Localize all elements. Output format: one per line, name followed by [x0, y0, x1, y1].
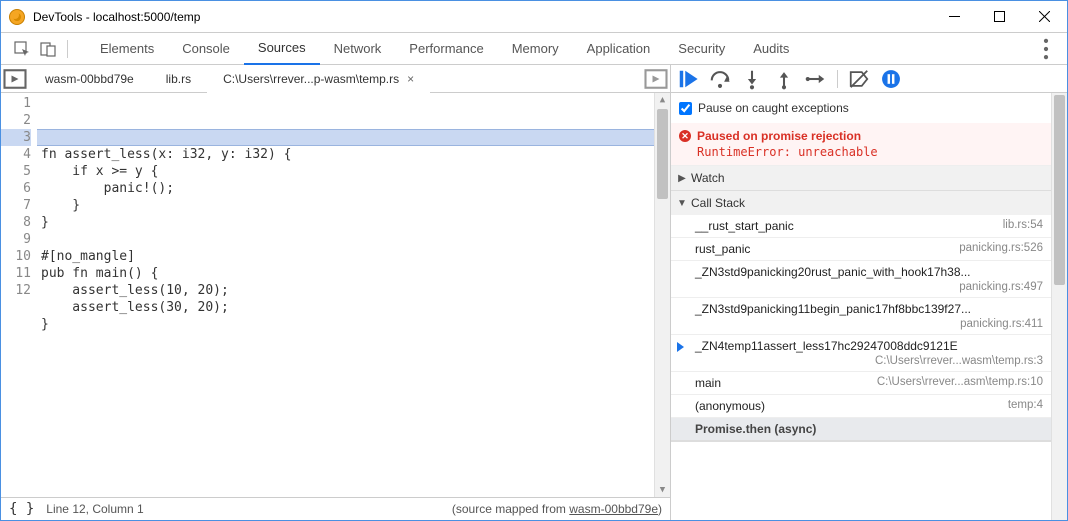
code-editor[interactable]: 123456789101112 fn assert_less(x: i32, y…: [1, 93, 670, 497]
paused-banner: ✕ Paused on promise rejection RuntimeErr…: [671, 123, 1051, 166]
deactivate-breakpoints-icon[interactable]: [848, 68, 870, 90]
panel-tab-security[interactable]: Security: [664, 33, 739, 65]
step-icon[interactable]: [805, 68, 827, 90]
chevron-down-icon: ▼: [677, 198, 687, 209]
file-tab-label: wasm-00bbd79e: [45, 72, 134, 86]
step-into-icon[interactable]: [741, 68, 763, 90]
panel-tab-console[interactable]: Console: [168, 33, 244, 65]
async-separator: Promise.then (async): [671, 418, 1051, 441]
frame-function: _ZN3std9panicking20rust_panic_with_hook1…: [695, 265, 971, 279]
frame-function: __rust_start_panic: [695, 219, 995, 233]
call-stack-frame[interactable]: main C:\Users\rrever...asm\temp.rs:10: [671, 372, 1051, 395]
pause-on-caught-label: Pause on caught exceptions: [698, 101, 849, 115]
pause-exceptions-icon[interactable]: [880, 68, 902, 90]
code-line[interactable]: pub fn main() {: [41, 265, 654, 282]
frame-location: C:\Users\rrever...wasm\temp.rs:3: [875, 355, 1043, 367]
execution-highlight: [37, 129, 654, 146]
code-line[interactable]: }: [41, 214, 654, 231]
code-line[interactable]: }: [41, 197, 654, 214]
source-map-link[interactable]: wasm-00bbd79e: [569, 502, 658, 516]
pause-on-caught-row: Pause on caught exceptions: [671, 93, 1051, 123]
call-stack-frame[interactable]: _ZN4temp11assert_less17hc29247008ddc9121…: [671, 335, 1051, 372]
window-controls: [932, 2, 1067, 32]
source-map-info: (source mapped from wasm-00bbd79e): [452, 502, 662, 516]
frame-function: _ZN4temp11assert_less17hc29247008ddc9121…: [695, 339, 958, 353]
run-snippet-icon[interactable]: [642, 65, 670, 93]
call-stack-frame[interactable]: _ZN3std9panicking20rust_panic_with_hook1…: [671, 261, 1051, 298]
close-icon[interactable]: ×: [407, 72, 414, 86]
resume-icon[interactable]: [677, 68, 699, 90]
error-icon: ✕: [679, 130, 691, 142]
code-line[interactable]: if x >= y {: [41, 163, 654, 180]
frame-function: (anonymous): [695, 399, 1000, 413]
file-tab[interactable]: lib.rs: [150, 65, 207, 93]
maximize-button[interactable]: [977, 2, 1022, 32]
main-toolbar: ElementsConsoleSourcesNetworkPerformance…: [1, 33, 1067, 65]
debugger-pane: Pause on caught exceptions ✕ Paused on p…: [671, 65, 1067, 520]
panel-tab-network[interactable]: Network: [320, 33, 396, 65]
frame-function: _ZN3std9panicking11begin_panic17hf8bbc13…: [695, 302, 971, 316]
frame-location: C:\Users\rrever...asm\temp.rs:10: [877, 376, 1043, 388]
step-out-icon[interactable]: [773, 68, 795, 90]
call-stack-frame[interactable]: _ZN3std9panicking11begin_panic17hf8bbc13…: [671, 298, 1051, 335]
sources-pane: wasm-00bbd79e lib.rs C:\Users\rrever...p-w…: [1, 65, 671, 520]
panel-tab-performance[interactable]: Performance: [395, 33, 497, 65]
watch-label: Watch: [691, 171, 725, 185]
panel-tab-sources[interactable]: Sources: [244, 33, 320, 65]
file-tab-label: C:\Users\rrever...p-wasm\temp.rs: [223, 72, 399, 86]
frame-location: panicking.rs:497: [959, 281, 1043, 293]
panel-tabs: ElementsConsoleSourcesNetworkPerformance…: [86, 33, 803, 65]
device-toggle-icon[interactable]: [35, 36, 61, 62]
frame-function: main: [695, 376, 869, 390]
status-bar: { } Line 12, Column 1 (source mapped fro…: [1, 497, 670, 520]
call-stack-frame[interactable]: (anonymous) temp:4: [671, 395, 1051, 418]
paused-reason: Paused on promise rejection: [697, 129, 1043, 143]
app-icon: [9, 9, 25, 25]
frame-location: temp:4: [1008, 399, 1043, 411]
code-line[interactable]: }: [41, 316, 654, 333]
code-line[interactable]: [41, 333, 654, 350]
call-stack-header[interactable]: ▼ Call Stack: [671, 191, 1051, 215]
panel-tab-elements[interactable]: Elements: [86, 33, 168, 65]
frame-location: panicking.rs:526: [959, 242, 1043, 254]
step-over-icon[interactable]: [709, 68, 731, 90]
paused-error-text: RuntimeError: unreachable: [697, 145, 1043, 159]
pause-on-caught-checkbox[interactable]: [679, 102, 692, 115]
divider: [67, 40, 68, 58]
panel-tab-audits[interactable]: Audits: [739, 33, 803, 65]
call-stack-frame[interactable]: rust_panic panicking.rs:526: [671, 238, 1051, 261]
file-tab[interactable]: wasm-00bbd79e: [29, 65, 150, 93]
code-line[interactable]: #[no_mangle]: [41, 248, 654, 265]
nav-toggle-icon[interactable]: [1, 65, 29, 93]
watch-header[interactable]: ▶ Watch: [671, 166, 1051, 190]
frame-location: panicking.rs:411: [960, 318, 1043, 330]
title-bar: DevTools - localhost:5000/temp: [1, 1, 1067, 33]
call-stack-label: Call Stack: [691, 196, 745, 210]
chevron-right-icon: ▶: [677, 173, 687, 184]
panel-tab-memory[interactable]: Memory: [498, 33, 573, 65]
code-line[interactable]: [41, 231, 654, 248]
code-line[interactable]: assert_less(30, 20);: [41, 299, 654, 316]
close-button[interactable]: [1022, 2, 1067, 32]
debugger-toolbar: [671, 65, 1067, 93]
file-tab-label: lib.rs: [166, 72, 191, 86]
file-tab[interactable]: C:\Users\rrever...p-wasm\temp.rs ×: [207, 65, 430, 93]
window-title: DevTools - localhost:5000/temp: [33, 10, 932, 24]
minimize-button[interactable]: [932, 2, 977, 32]
call-stack-frame[interactable]: __rust_start_panic lib.rs:54: [671, 215, 1051, 238]
code-line[interactable]: assert_less(10, 20);: [41, 282, 654, 299]
debugger-scrollbar[interactable]: [1051, 93, 1067, 520]
panel-tab-application[interactable]: Application: [573, 33, 665, 65]
code-line[interactable]: panic!();: [41, 180, 654, 197]
cursor-position: Line 12, Column 1: [46, 502, 143, 516]
editor-scrollbar[interactable]: ▲ ▼: [654, 93, 670, 497]
pretty-print-icon[interactable]: { }: [9, 501, 34, 517]
inspect-icon[interactable]: [9, 36, 35, 62]
divider: [837, 70, 838, 88]
file-tab-row: wasm-00bbd79e lib.rs C:\Users\rrever...p-w…: [1, 65, 670, 93]
frame-function: rust_panic: [695, 242, 951, 256]
more-icon[interactable]: [1033, 36, 1059, 62]
frame-location: lib.rs:54: [1003, 219, 1043, 231]
code-line[interactable]: fn assert_less(x: i32, y: i32) {: [41, 146, 654, 163]
